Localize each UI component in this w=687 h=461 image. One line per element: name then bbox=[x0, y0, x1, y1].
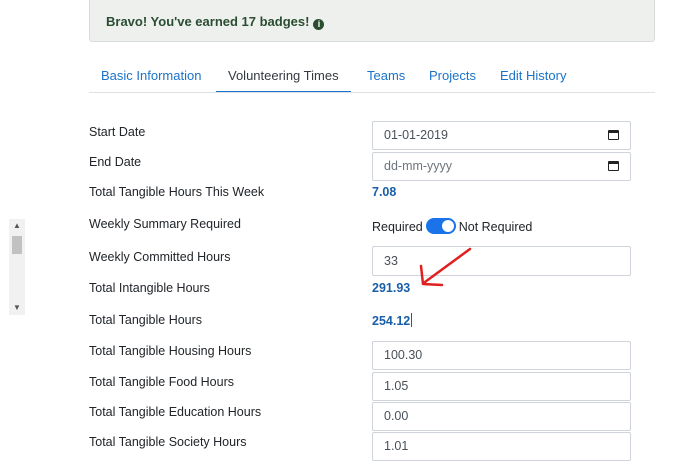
text-caret bbox=[411, 313, 413, 327]
alert-text: Bravo! You've earned 17 badges! bbox=[106, 14, 310, 29]
tab-edit-history[interactable]: Edit History bbox=[488, 60, 578, 91]
food-hours-label: Total Tangible Food Hours bbox=[89, 375, 234, 389]
start-date-input[interactable]: 01-01-2019 bbox=[372, 121, 631, 150]
committed-hours-label: Weekly Committed Hours bbox=[89, 250, 231, 264]
society-hours-value: 1.01 bbox=[384, 439, 409, 453]
food-hours-value: 1.05 bbox=[384, 379, 409, 393]
badges-alert: Bravo! You've earned 17 badges! i bbox=[89, 0, 655, 42]
end-date-label: End Date bbox=[89, 155, 142, 169]
society-hours-input[interactable]: 1.01 bbox=[372, 432, 631, 461]
scroll-up-icon[interactable]: ▲ bbox=[9, 219, 25, 233]
tab-basic-information[interactable]: Basic Information bbox=[89, 60, 213, 91]
weekly-summary-toggle-group: Required Not Required bbox=[372, 218, 532, 234]
weekly-summary-label: Weekly Summary Required bbox=[89, 217, 241, 231]
toggle-knob bbox=[441, 220, 454, 232]
tangible-hours-value[interactable]: 254.12 bbox=[372, 313, 413, 328]
profile-tabs: Basic Information Volunteering Times Tea… bbox=[89, 60, 655, 93]
tangible-hours-text: 254.12 bbox=[372, 314, 411, 328]
committed-hours-value: 33 bbox=[384, 254, 398, 268]
society-hours-label: Total Tangible Society Hours bbox=[89, 435, 247, 449]
weekly-summary-toggle[interactable] bbox=[425, 218, 456, 234]
tab-projects[interactable]: Projects bbox=[417, 60, 488, 91]
housing-hours-value: 100.30 bbox=[384, 348, 423, 362]
calendar-icon[interactable] bbox=[608, 130, 619, 140]
not-required-label: Not Required bbox=[458, 220, 533, 234]
tab-teams[interactable]: Teams bbox=[355, 60, 417, 91]
scroll-thumb[interactable] bbox=[12, 236, 22, 254]
intangible-hours-value[interactable]: 291.93 bbox=[372, 281, 410, 295]
end-date-input[interactable]: dd-mm-yyyy bbox=[372, 152, 631, 181]
committed-hours-input[interactable]: 33 bbox=[372, 246, 631, 276]
alert-message: Bravo! You've earned 17 badges! i bbox=[106, 14, 325, 30]
annotation-arrow-icon bbox=[419, 247, 472, 287]
info-icon[interactable]: i bbox=[313, 19, 325, 30]
housing-hours-label: Total Tangible Housing Hours bbox=[89, 344, 252, 358]
intangible-hours-label: Total Intangible Hours bbox=[89, 281, 210, 295]
end-date-placeholder: dd-mm-yyyy bbox=[384, 159, 453, 173]
scroll-down-icon[interactable]: ▼ bbox=[9, 301, 25, 315]
tangible-week-label: Total Tangible Hours This Week bbox=[89, 185, 265, 199]
education-hours-value: 0.00 bbox=[384, 409, 409, 423]
housing-hours-input[interactable]: 100.30 bbox=[372, 341, 631, 370]
education-hours-input[interactable]: 0.00 bbox=[372, 402, 631, 431]
tangible-hours-label: Total Tangible Hours bbox=[89, 313, 203, 327]
required-label: Required bbox=[372, 220, 423, 234]
start-date-value: 01-01-2019 bbox=[384, 128, 448, 142]
tab-volunteering-times[interactable]: Volunteering Times bbox=[216, 60, 351, 92]
side-scrollbar[interactable]: ▲ ▼ bbox=[9, 219, 25, 315]
education-hours-label: Total Tangible Education Hours bbox=[89, 405, 262, 419]
tangible-week-value[interactable]: 7.08 bbox=[372, 185, 396, 199]
food-hours-input[interactable]: 1.05 bbox=[372, 372, 631, 401]
calendar-icon[interactable] bbox=[608, 161, 619, 171]
start-date-label: Start Date bbox=[89, 125, 146, 139]
